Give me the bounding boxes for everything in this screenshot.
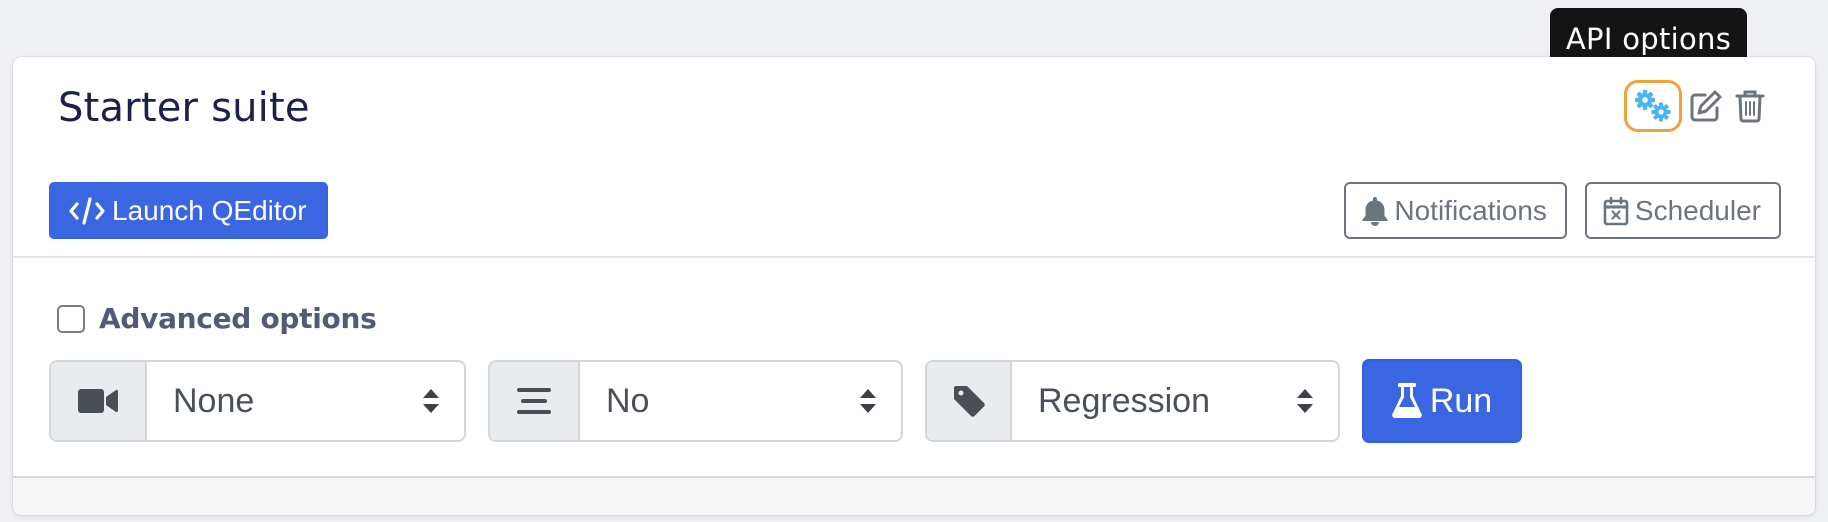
tooltip-text: API options — [1565, 22, 1732, 56]
code-icon — [69, 196, 105, 225]
format-addon — [490, 362, 580, 440]
tag-select-group: Regression — [925, 360, 1340, 442]
format-select[interactable]: No — [580, 362, 901, 440]
trash-icon — [1735, 90, 1765, 123]
title-actions — [1624, 80, 1770, 132]
tag-icon — [953, 386, 985, 417]
suite-card: Starter suite Launch QEditor Notificatio… — [13, 57, 1815, 515]
bell-icon — [1362, 196, 1388, 226]
gears-icon — [1635, 90, 1671, 122]
scheduler-label: Scheduler — [1634, 194, 1761, 226]
api-options-button[interactable] — [1624, 80, 1682, 132]
header-divider — [13, 256, 1815, 258]
tag-select-value: Regression — [1038, 381, 1210, 420]
run-controls: None No Regression Run — [49, 359, 1522, 443]
select-arrows-icon — [1297, 389, 1313, 413]
launch-qeditor-button[interactable]: Launch QEditor — [49, 182, 328, 239]
video-select[interactable]: None — [147, 362, 464, 440]
launch-qeditor-label: Launch QEditor — [112, 194, 307, 226]
advanced-options-label[interactable]: Advanced options — [99, 302, 377, 335]
video-camera-icon — [78, 389, 118, 413]
scheduler-button[interactable]: Scheduler — [1584, 182, 1781, 239]
video-select-value: None — [173, 381, 255, 420]
tag-addon — [927, 362, 1012, 440]
advanced-options-checkbox[interactable] — [57, 304, 85, 333]
format-select-group: No — [488, 360, 903, 442]
select-arrows-icon — [860, 389, 876, 413]
video-addon — [51, 362, 147, 440]
calendar-x-icon — [1603, 196, 1629, 225]
suite-title: Starter suite — [58, 85, 310, 131]
notifications-label: Notifications — [1394, 194, 1547, 226]
header-right-actions: Notifications Scheduler — [1344, 182, 1781, 239]
advanced-options: Advanced options — [57, 302, 377, 335]
edit-icon — [1690, 90, 1722, 122]
card-footer — [13, 476, 1815, 515]
select-arrows-icon — [423, 389, 439, 413]
run-label: Run — [1429, 381, 1493, 420]
edit-button[interactable] — [1686, 80, 1726, 132]
run-button[interactable]: Run — [1362, 359, 1522, 443]
align-lines-icon — [517, 388, 551, 414]
video-select-group: None — [49, 360, 466, 442]
delete-button[interactable] — [1730, 80, 1770, 132]
format-select-value: No — [606, 381, 650, 420]
tag-select[interactable]: Regression — [1012, 362, 1338, 440]
notifications-button[interactable]: Notifications — [1344, 182, 1567, 239]
flask-icon — [1392, 383, 1422, 419]
